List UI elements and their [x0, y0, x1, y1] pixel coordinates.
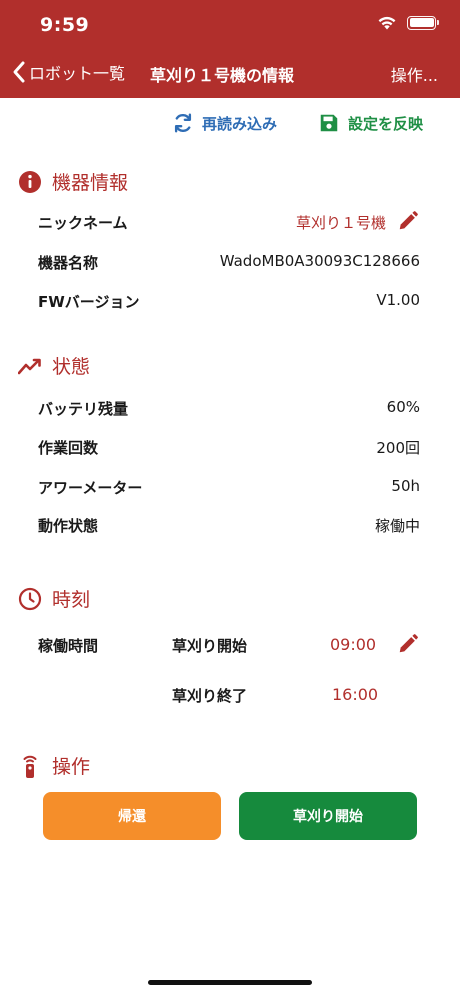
info-icon — [19, 170, 41, 193]
status-icons — [377, 15, 439, 30]
clock-icon — [18, 587, 42, 610]
fw-version-label: FWバージョン — [38, 293, 140, 311]
start-mowing-button[interactable]: 草刈り開始 — [239, 792, 417, 840]
battery-level — [409, 18, 434, 27]
battery-value: 60% — [386, 398, 420, 416]
status-title: 状態 — [52, 356, 91, 378]
apply-settings-button[interactable]: 設定を反映 — [318, 108, 423, 138]
operation-heading: 操作 — [18, 752, 90, 779]
back-button[interactable]: ロボット一覧 — [12, 60, 125, 84]
chevron-left-icon — [13, 61, 25, 83]
back-button-label: ロボット一覧 — [29, 64, 126, 83]
mowing-end-value: 16:00 — [332, 685, 379, 704]
mowing-end-label: 草刈り終了 — [172, 687, 248, 705]
refresh-icon — [174, 113, 192, 133]
status-time: 9:59 — [40, 14, 90, 36]
nickname-value: 草刈り１号機 — [295, 214, 386, 232]
remote-control-icon — [23, 755, 37, 778]
hour-meter-label: アワーメーター — [38, 479, 143, 497]
save-icon — [320, 114, 338, 132]
trend-icon — [18, 358, 41, 374]
page-title: 草刈り１号機の情報 — [150, 66, 295, 85]
mowing-start-label: 草刈り開始 — [172, 637, 248, 655]
battery-label: バッテリ残量 — [38, 400, 129, 418]
hour-meter-value: 50h — [391, 477, 420, 495]
fw-version-value: V1.00 — [376, 291, 420, 309]
reload-button[interactable]: 再読み込み — [172, 108, 277, 138]
nickname-label: ニックネーム — [38, 214, 128, 232]
apply-settings-label: 設定を反映 — [348, 114, 424, 133]
work-count-label: 作業回数 — [38, 439, 99, 457]
device-name-label: 機器名称 — [38, 254, 99, 272]
app-header: 9:59 ロボット一覧 草刈り１号機の情報 操作... — [0, 0, 460, 98]
home-indicator[interactable] — [148, 980, 312, 985]
edit-time-icon[interactable] — [397, 633, 419, 655]
operation-state-label: 動作状態 — [38, 517, 99, 535]
status-heading: 状態 — [18, 352, 90, 379]
device-info-heading: 機器情報 — [18, 168, 128, 195]
return-button[interactable]: 帰還 — [43, 792, 221, 840]
battery-icon — [407, 15, 439, 30]
operation-state-value: 稼働中 — [374, 517, 420, 535]
edit-nickname-icon[interactable] — [397, 210, 419, 232]
time-heading: 時刻 — [18, 585, 90, 612]
operating-hours-label: 稼働時間 — [38, 637, 99, 655]
operation-title: 操作 — [52, 756, 91, 778]
time-title: 時刻 — [52, 589, 91, 611]
device-name-value: WadoMB0A30093C128666 — [219, 252, 420, 270]
wifi-icon — [377, 15, 397, 30]
mowing-start-value: 09:00 — [330, 635, 377, 654]
reload-label: 再読み込み — [202, 114, 278, 133]
work-count-value: 200回 — [376, 439, 420, 457]
device-info-title: 機器情報 — [52, 172, 129, 194]
operation-menu-button[interactable]: 操作... — [391, 62, 438, 86]
